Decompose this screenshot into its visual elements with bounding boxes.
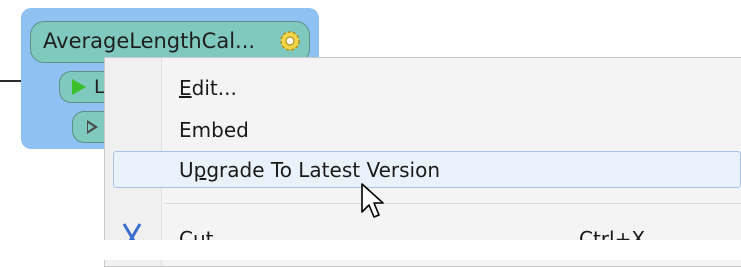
menu-item-edit[interactable]: Edit...: [105, 67, 741, 107]
output-arrow-icon: [87, 120, 98, 134]
torn-edge: [104, 240, 741, 260]
green-input-arrow-icon: [72, 79, 86, 95]
context-menu: Edit... Embed Upgrade To Latest Version …: [104, 57, 741, 267]
menu-item-embed-label: Embed: [179, 118, 249, 142]
menu-item-embed[interactable]: Embed: [105, 109, 741, 149]
menu-item-upgrade-label: Upgrade To Latest Version: [179, 158, 440, 182]
menu-separator: [165, 203, 741, 204]
menu-item-edit-label: Edit...: [179, 76, 237, 100]
gear-icon[interactable]: [277, 28, 303, 54]
transformer-name: AverageLengthCal...: [43, 29, 256, 53]
menu-item-upgrade[interactable]: Upgrade To Latest Version: [113, 151, 741, 188]
mouse-pointer-icon: [361, 183, 384, 218]
